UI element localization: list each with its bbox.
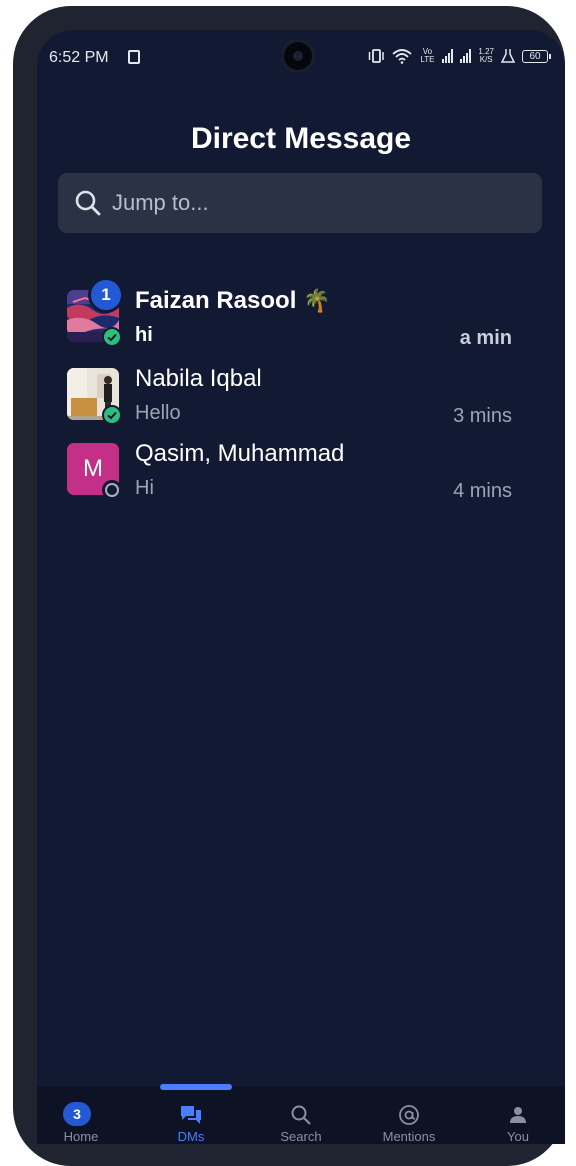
search-input[interactable] — [110, 189, 514, 217]
status-icons: Vo LTE 1.27 K/S 60 — [367, 47, 551, 64]
chat-bubbles-icon — [181, 1106, 201, 1124]
page-title: Direct Message — [190, 122, 412, 155]
front-camera — [284, 42, 312, 70]
status-bar: 6:52 PM Vo LTE 1.27 K/S 60 — [37, 30, 565, 86]
tab-label: Search — [280, 1129, 322, 1144]
palm-tree-emoji: 🌴 — [303, 288, 331, 313]
app-screen: 6:52 PM Vo LTE 1.27 K/S 60 Direct Messag… — [37, 30, 565, 1144]
battery-icon: 60 — [522, 49, 551, 63]
person-icon — [510, 1107, 526, 1123]
tab-mentions[interactable]: Mentions — [365, 1086, 453, 1144]
unread-badge: 1 — [88, 277, 124, 313]
tab-dms[interactable]: DMs — [147, 1084, 235, 1144]
battery-level: 60 — [529, 50, 541, 62]
network-speed: 1.27 K/S — [478, 48, 494, 64]
bottom-tab-bar: 3 Home DMs Search Mentions You — [37, 1084, 565, 1144]
message-preview: hi — [135, 324, 153, 346]
conversation-item[interactable]: M Qasim, Muhammad Hi 4 mins — [37, 440, 565, 513]
sim-icon — [128, 50, 140, 64]
message-time: 4 mins — [453, 480, 512, 502]
home-badge: 3 — [63, 1102, 91, 1126]
message-time: 3 mins — [453, 405, 512, 427]
speed-unit: K/S — [479, 55, 493, 64]
search-icon — [291, 1105, 311, 1125]
tab-label: Mentions — [382, 1129, 436, 1144]
message-time: a min — [459, 327, 512, 349]
online-status-icon — [102, 327, 122, 347]
signal-icon — [442, 49, 454, 63]
phone-frame: 6:52 PM Vo LTE 1.27 K/S 60 Direct Messag… — [13, 6, 565, 1166]
conversation-item[interactable]: 1 Faizan Rasool 🌴 hi a min — [37, 277, 565, 360]
contact-name: Nabila Iqbal — [135, 365, 262, 392]
search-icon — [75, 190, 101, 216]
flask-icon — [501, 49, 515, 63]
tab-search[interactable]: Search — [257, 1086, 345, 1144]
tab-you[interactable]: You — [474, 1086, 562, 1144]
at-sign-icon — [399, 1105, 419, 1125]
contact-name: Faizan Rasool — [135, 287, 297, 314]
active-tab-indicator — [160, 1084, 232, 1090]
signal-icon-2 — [460, 49, 472, 63]
avatar-initial: M — [83, 455, 103, 482]
tab-label: DMs — [177, 1129, 205, 1144]
tab-home[interactable]: 3 Home — [37, 1086, 125, 1144]
vibrate-icon — [369, 49, 385, 63]
volte-indicator: Vo LTE — [420, 47, 435, 64]
conversation-name: Faizan Rasool 🌴 — [135, 287, 330, 315]
contact-name: Qasim, Muhammad — [135, 440, 345, 467]
conversation-item[interactable]: Nabila Iqbal Hello 3 mins — [37, 365, 565, 438]
wifi-icon — [392, 49, 413, 64]
online-status-icon — [102, 405, 122, 425]
status-time: 6:52 PM — [49, 49, 109, 66]
message-preview: Hello — [135, 402, 181, 424]
jump-to-search[interactable] — [58, 173, 542, 233]
tab-label: You — [507, 1129, 529, 1144]
offline-status-icon — [102, 480, 122, 500]
tab-label: Home — [63, 1129, 99, 1144]
message-preview: Hi — [135, 477, 154, 499]
